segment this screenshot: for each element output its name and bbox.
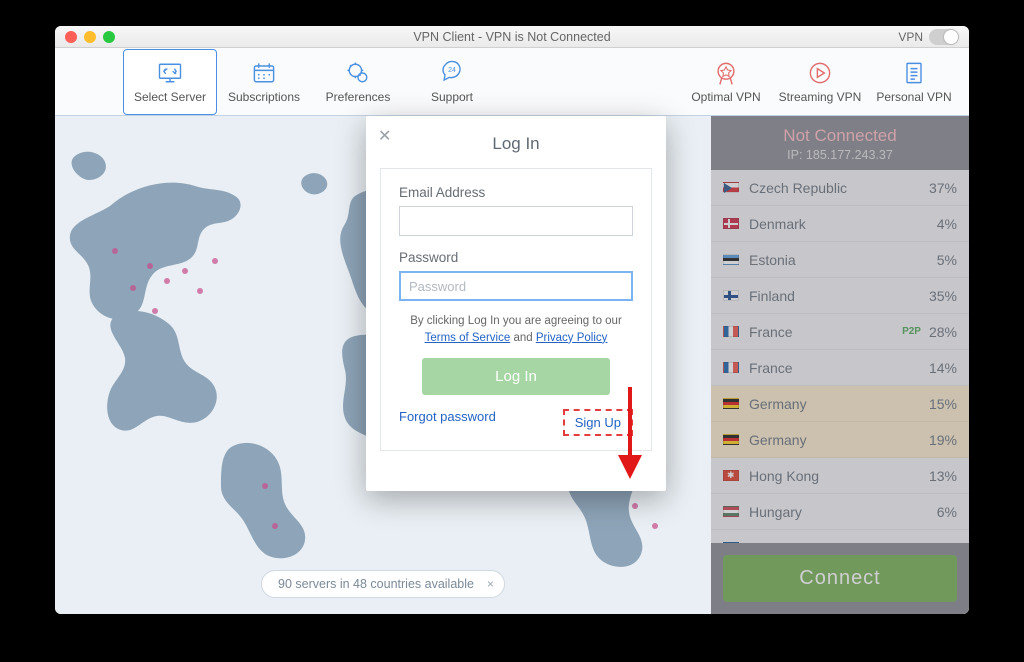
document-icon [900, 59, 928, 87]
email-label: Email Address [399, 185, 633, 200]
tab-label: Streaming VPN [779, 90, 862, 104]
star-badge-icon [712, 59, 740, 87]
window-title: VPN Client - VPN is Not Connected [55, 30, 969, 44]
content: 90 servers in 48 countries available × N… [55, 116, 969, 614]
vpn-label: VPN [898, 30, 923, 44]
tab-preferences[interactable]: Preferences [311, 49, 405, 115]
modal-close-button[interactable]: ✕ [378, 126, 391, 146]
privacy-policy-link[interactable]: Privacy Policy [536, 332, 608, 344]
modal-body: Email Address Password By clicking Log I… [380, 168, 652, 451]
tab-streaming-vpn[interactable]: Streaming VPN [773, 49, 867, 115]
close-icon[interactable]: × [487, 577, 494, 591]
server-count-text: 90 servers in 48 countries available [278, 577, 474, 591]
sidebar-disabled-overlay [711, 116, 969, 614]
app-window: VPN Client - VPN is Not Connected VPN Se… [55, 26, 969, 614]
forgot-password-link[interactable]: Forgot password [399, 409, 496, 436]
login-button[interactable]: Log In [422, 358, 609, 395]
toolbar: Select Server Subscriptions Preferences … [55, 48, 969, 116]
svg-text:24: 24 [448, 67, 456, 74]
tab-subscriptions[interactable]: Subscriptions [217, 49, 311, 115]
support-icon: 24 [438, 59, 466, 87]
tab-select-server[interactable]: Select Server [123, 49, 217, 115]
titlebar: VPN Client - VPN is Not Connected VPN [55, 26, 969, 48]
vpn-toggle-wrap: VPN [898, 29, 959, 45]
tab-label: Support [431, 90, 473, 104]
tab-label: Preferences [326, 90, 391, 104]
terms-text: By clicking Log In you are agreeing to o… [399, 313, 633, 346]
tab-personal-vpn[interactable]: Personal VPN [867, 49, 961, 115]
minimize-window-button[interactable] [84, 31, 96, 43]
modal-title: Log In [380, 134, 652, 154]
password-input[interactable] [399, 271, 633, 301]
maximize-window-button[interactable] [103, 31, 115, 43]
tab-label: Select Server [134, 90, 206, 104]
monitor-icon [156, 59, 184, 87]
signup-highlight: Sign Up [563, 409, 633, 436]
terms-of-service-link[interactable]: Terms of Service [425, 332, 511, 344]
vpn-toggle[interactable] [929, 29, 959, 45]
calendar-icon [250, 59, 278, 87]
login-modal: ✕ Log In Email Address Password By click… [366, 116, 666, 491]
tab-label: Optimal VPN [691, 90, 760, 104]
tab-optimal-vpn[interactable]: Optimal VPN [679, 49, 773, 115]
tab-support[interactable]: 24 Support [405, 49, 499, 115]
play-icon [806, 59, 834, 87]
window-controls [55, 31, 115, 43]
tab-label: Personal VPN [876, 90, 951, 104]
server-count-pill[interactable]: 90 servers in 48 countries available × [261, 570, 505, 598]
email-input[interactable] [399, 206, 633, 236]
sidebar: Not Connected IP: 185.177.243.37 Czech R… [711, 116, 969, 614]
tab-label: Subscriptions [228, 90, 300, 104]
close-window-button[interactable] [65, 31, 77, 43]
gear-icon [344, 59, 372, 87]
password-label: Password [399, 250, 633, 265]
signup-link[interactable]: Sign Up [575, 415, 621, 430]
